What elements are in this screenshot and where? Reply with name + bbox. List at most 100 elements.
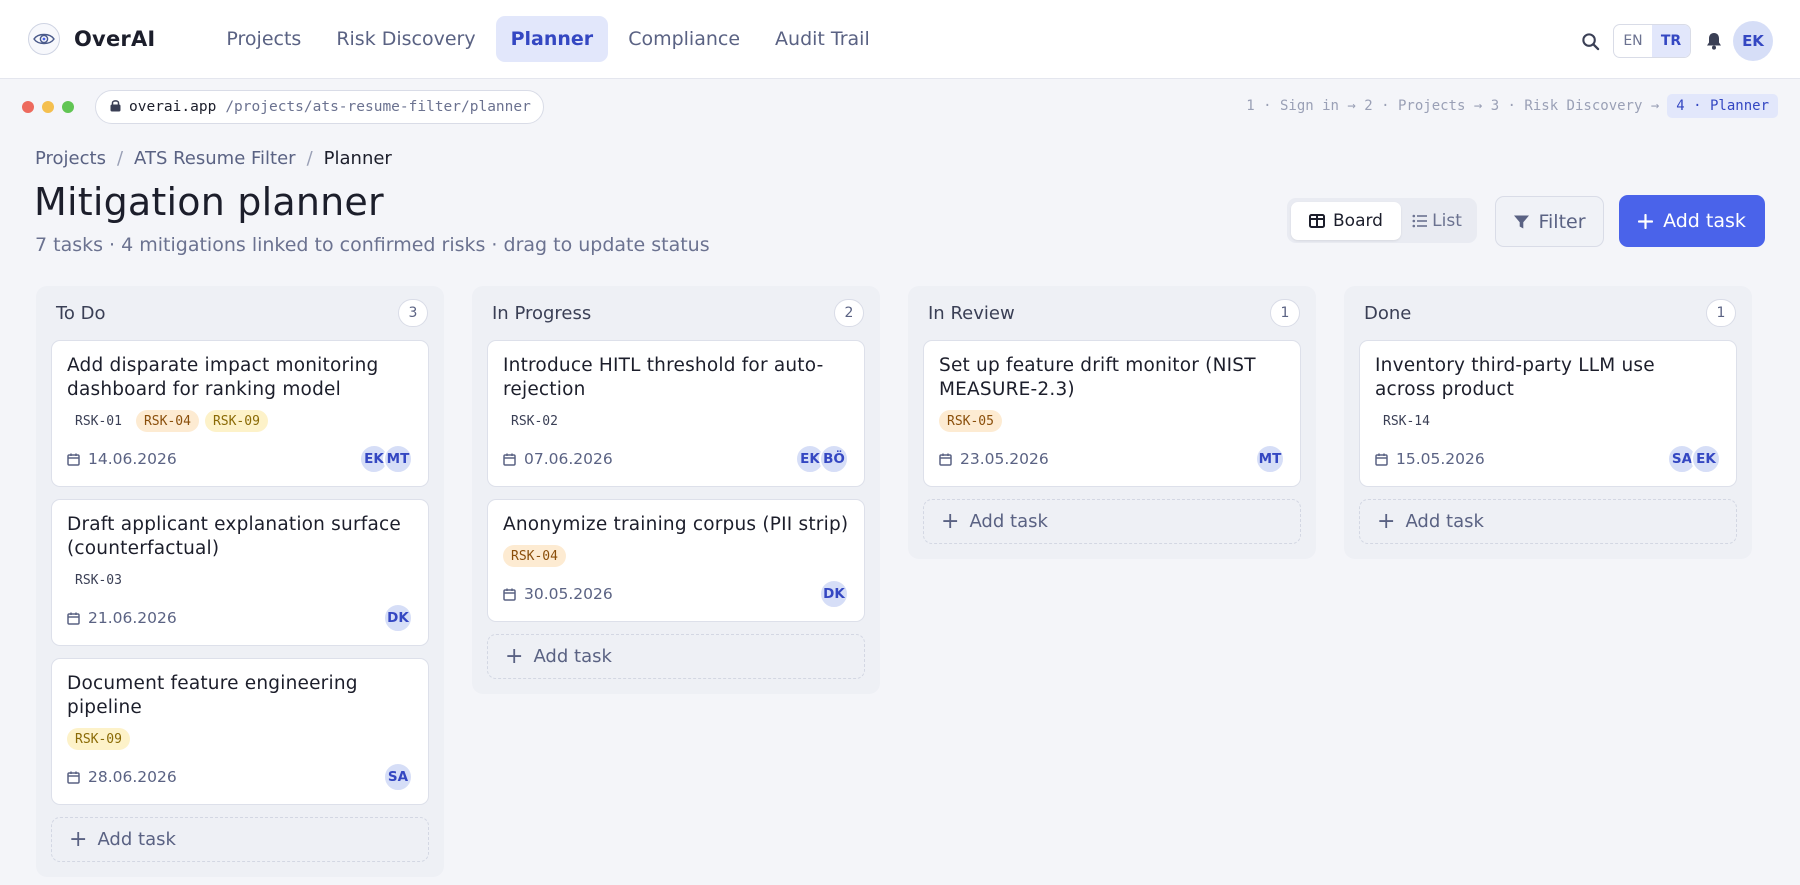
assignee-avatar[interactable]: EK — [1691, 444, 1721, 474]
app-name: OverAI — [74, 27, 156, 51]
assignee-avatar[interactable]: MT — [383, 444, 413, 474]
column-add-task-button[interactable]: + Add task — [51, 817, 429, 862]
breadcrumb-current: Planner — [323, 148, 392, 169]
flow-step-current: 4 · Planner — [1667, 94, 1778, 118]
assignee-avatar[interactable]: SA — [383, 762, 413, 792]
task-card[interactable]: Inventory third-party LLM use across pro… — [1359, 340, 1737, 487]
task-title: Add disparate impact monitoring dashboar… — [67, 355, 379, 400]
page-title: Mitigation planner — [34, 180, 384, 224]
column-header: To Do 3 — [36, 286, 444, 340]
column-title: In Review — [928, 302, 1015, 324]
task-footer: 15.05.2026 SA EK — [1375, 432, 1721, 486]
risk-tag[interactable]: RSK-04 — [135, 410, 199, 432]
column-add-task-button[interactable]: + Add task — [923, 499, 1301, 544]
page-subtitle: 7 tasks · 4 mitigations linked to confir… — [35, 234, 710, 256]
task-card[interactable]: Introduce HITL threshold for auto-reject… — [487, 340, 865, 487]
calendar-icon — [503, 588, 520, 601]
plus-icon: + — [505, 643, 524, 669]
task-title: Draft applicant explanation surface (cou… — [67, 514, 401, 559]
url-path: /projects/ats-resume-filter/planner — [225, 99, 531, 115]
plus-icon: + — [1377, 508, 1396, 534]
task-card[interactable]: Draft applicant explanation surface (cou… — [51, 499, 429, 646]
task-card[interactable]: Anonymize training corpus (PII strip) RSK… — [487, 499, 865, 622]
due-date-text: 23.05.2026 — [960, 450, 1049, 468]
add-task-button[interactable]: Add task — [1619, 195, 1765, 247]
nav-compliance[interactable]: Compliance — [613, 16, 755, 62]
search-icon[interactable] — [1577, 28, 1603, 54]
due-date: 15.05.2026 — [1375, 450, 1485, 468]
risk-tag[interactable]: RSK-09 — [204, 410, 268, 432]
due-date: 14.06.2026 — [67, 450, 177, 468]
task-title: Inventory third-party LLM use across pro… — [1375, 355, 1655, 400]
minimize-window-dot[interactable] — [42, 101, 54, 113]
calendar-icon — [503, 453, 520, 466]
risk-tag[interactable]: RSK-14 — [1375, 410, 1438, 432]
language-switcher: EN TR — [1613, 24, 1691, 58]
board-column-done: Done 1 Inventory third-party LLM use acros… — [1344, 286, 1752, 559]
due-date: 28.06.2026 — [67, 768, 177, 786]
calendar-icon — [939, 453, 956, 466]
task-card[interactable]: Document feature engineering pipeline RSK… — [51, 658, 429, 805]
breadcrumb: Projects / ATS Resume Filter / Planner — [35, 148, 392, 169]
task-title: Set up feature drift monitor (NIST MEASU… — [939, 355, 1256, 400]
assignee-avatar[interactable]: DK — [383, 603, 413, 633]
risk-tag[interactable]: RSK-05 — [939, 410, 1002, 432]
due-date: 21.06.2026 — [67, 609, 177, 627]
task-card[interactable]: Add disparate impact monitoring dashboar… — [51, 340, 429, 487]
due-date-text: 07.06.2026 — [524, 450, 613, 468]
notification-bell-icon[interactable] — [1701, 28, 1727, 54]
nav-risk-discovery[interactable]: Risk Discovery — [321, 16, 490, 62]
lang-en[interactable]: EN — [1614, 25, 1652, 57]
nav-audit-trail[interactable]: Audit Trail — [760, 16, 885, 62]
risk-tags: RSK-04 — [503, 545, 849, 567]
breadcrumb-separator: / — [116, 148, 124, 169]
risk-tags: RSK-14 — [1375, 410, 1721, 432]
maximize-window-dot[interactable] — [62, 101, 74, 113]
close-window-dot[interactable] — [22, 101, 34, 113]
calendar-icon — [67, 453, 84, 466]
user-avatar[interactable]: EK — [1733, 21, 1773, 61]
board-column-in-review: In Review 1 Set up feature drift monitor (… — [908, 286, 1316, 559]
task-title: Anonymize training corpus (PII strip) — [503, 514, 849, 535]
column-header: Done 1 — [1344, 286, 1752, 340]
task-card[interactable]: Set up feature drift monitor (NIST MEASU… — [923, 340, 1301, 487]
assignees: EK BÖ — [795, 444, 849, 474]
plus-icon: + — [941, 508, 960, 534]
column-header: In Progress 2 — [472, 286, 880, 340]
address-bar[interactable]: overai.app /projects/ats-resume-filter/p… — [95, 90, 544, 124]
assignee-avatar[interactable]: MT — [1255, 444, 1285, 474]
flow-steps: 1 · Sign in → 2 · Projects → 3 · Risk Di… — [1246, 94, 1778, 118]
assignee-avatar[interactable]: BÖ — [819, 444, 849, 474]
risk-tags: RSK-03 — [67, 569, 413, 591]
column-title: Done — [1364, 302, 1412, 324]
board-view-button[interactable]: Board — [1291, 201, 1401, 240]
window-controls — [22, 101, 82, 113]
column-add-task-button[interactable]: + Add task — [487, 634, 865, 679]
flow-steps-previous: 1 · Sign in → 2 · Projects → 3 · Risk Di… — [1246, 98, 1660, 114]
breadcrumb-projects[interactable]: Projects — [35, 148, 106, 169]
filter-icon — [1513, 214, 1530, 230]
due-date: 30.05.2026 — [503, 585, 613, 603]
assignee-avatar[interactable]: DK — [819, 579, 849, 609]
risk-tags: RSK-01 RSK-04 RSK-09 — [67, 410, 413, 432]
risk-tag[interactable]: RSK-04 — [503, 545, 566, 567]
plus-icon — [1638, 213, 1654, 229]
add-task-text: Add task — [533, 646, 612, 667]
column-add-task-button[interactable]: + Add task — [1359, 499, 1737, 544]
risk-tag[interactable]: RSK-01 — [67, 410, 130, 432]
risk-tag[interactable]: RSK-09 — [67, 728, 130, 750]
risk-tag[interactable]: RSK-03 — [67, 569, 130, 591]
nav-planner[interactable]: Planner — [495, 16, 609, 62]
risk-tag[interactable]: RSK-02 — [503, 410, 566, 432]
assignees: EK MT — [359, 444, 413, 474]
breadcrumb-project[interactable]: ATS Resume Filter — [134, 148, 296, 169]
assignees: MT — [1255, 444, 1285, 474]
risk-tags: RSK-09 — [67, 728, 413, 750]
list-view-button[interactable]: List — [1401, 202, 1473, 240]
view-toggle: Board List — [1287, 198, 1477, 243]
url-host: overai.app — [129, 99, 217, 115]
app-logo[interactable]: OverAI — [28, 23, 155, 55]
filter-button[interactable]: Filter — [1495, 196, 1604, 247]
lang-tr[interactable]: TR — [1652, 25, 1690, 57]
nav-projects[interactable]: Projects — [211, 16, 316, 62]
